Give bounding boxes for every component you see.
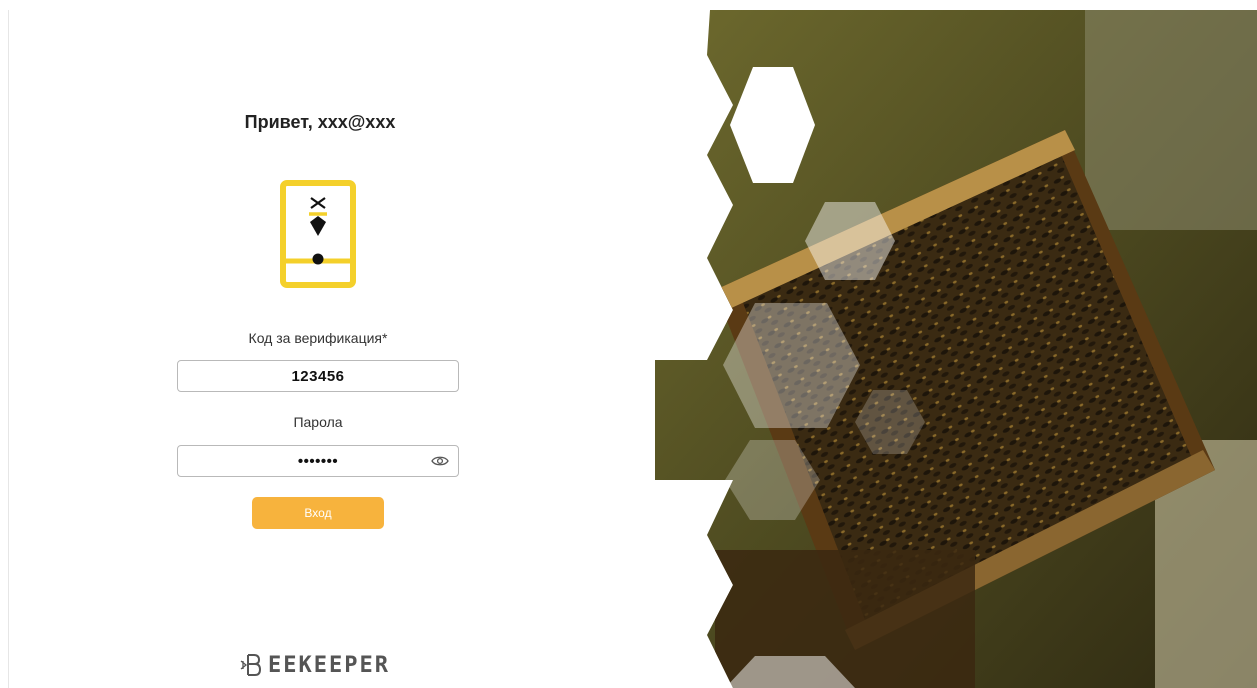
beekeeping-photo [655,10,1257,688]
greeting-title: Привет, xxx@xxx [244,112,396,132]
bee-b-icon [240,654,262,676]
password-label: Парола [293,414,343,430]
brand-logo: EEKEEPER [240,650,390,680]
bee-phone-icon [280,180,356,288]
login-panel: Привет, xxx@xxx Код за верификация* Паро… [0,0,660,688]
eye-icon[interactable] [431,454,449,468]
password-input[interactable] [178,446,458,476]
verification-code-field-box [177,360,459,392]
panel-border [8,10,9,688]
password-field-box [177,445,459,477]
login-button[interactable]: Вход [252,497,384,529]
brand-wordmark: EEKEEPER [268,652,390,678]
verification-code-label: Код за верификация* [248,330,388,346]
verification-code-input[interactable] [178,361,458,391]
